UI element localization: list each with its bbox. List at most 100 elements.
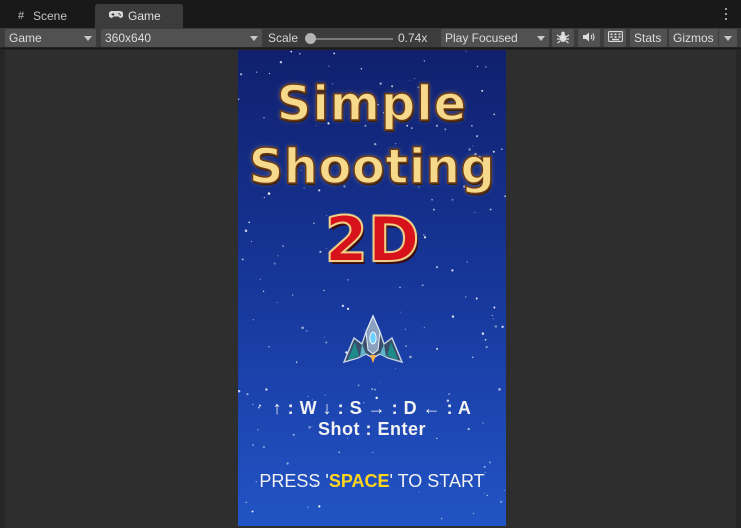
scale-label: Scale: [268, 31, 299, 45]
star: [483, 492, 485, 494]
play-mode-select-value: Play Focused: [445, 31, 518, 45]
star: [501, 325, 504, 328]
star: [483, 465, 486, 468]
star: [301, 326, 304, 330]
star: [262, 445, 266, 449]
viewport-left-edge: [0, 50, 5, 528]
star: [471, 356, 474, 359]
gizmos-button[interactable]: Gizmos: [669, 29, 718, 47]
star: [451, 315, 455, 318]
star: [423, 60, 426, 62]
star: [491, 314, 493, 316]
grid-icon: #: [17, 10, 25, 22]
star: [268, 345, 270, 348]
scale-value: 0.74x: [398, 31, 428, 45]
keyboard-icon: [607, 31, 623, 45]
star: [245, 501, 247, 504]
stats-button[interactable]: Stats: [630, 29, 667, 47]
stats-button-label: Stats: [634, 31, 662, 45]
shot-hint: Shot : Enter: [318, 419, 426, 439]
chevron-down-icon: [724, 35, 732, 41]
star: [464, 296, 467, 298]
resolution-select[interactable]: 360x640: [101, 29, 262, 47]
star: [295, 361, 298, 363]
star: [486, 494, 488, 497]
star: [279, 60, 283, 64]
play-mode-select[interactable]: Play Focused: [441, 29, 549, 47]
star: [409, 355, 412, 359]
star: [338, 451, 340, 454]
star: [265, 388, 268, 391]
star: [423, 326, 425, 329]
star: [286, 462, 289, 465]
tab-game[interactable]: Game: [95, 4, 183, 28]
star: [372, 451, 374, 454]
star: [328, 65, 330, 67]
gamepad-icon: [108, 10, 124, 22]
keyboard-shortcuts-button[interactable]: [604, 29, 626, 47]
star: [276, 301, 278, 303]
star: [325, 341, 328, 344]
star: [307, 395, 309, 397]
star: [324, 394, 326, 396]
star: [451, 198, 454, 201]
editor-tab-bar: # Scene Game: [0, 0, 741, 28]
star: [263, 196, 266, 199]
game-title-line3: 2D: [324, 202, 421, 277]
scale-slider-handle[interactable]: [305, 33, 316, 44]
controls-hint: ↑ : W ↓ : S → : D ← : A: [272, 398, 472, 418]
more-options-icon[interactable]: [721, 6, 731, 22]
tab-scene[interactable]: # Scene: [0, 4, 94, 28]
star: [481, 332, 485, 335]
star: [318, 505, 321, 508]
star: [357, 384, 360, 387]
star: [498, 388, 501, 391]
star: [255, 71, 258, 73]
star: [373, 388, 376, 391]
star: [476, 65, 479, 68]
star: [371, 388, 373, 390]
star: [485, 66, 487, 68]
mute-audio-button[interactable]: [578, 29, 600, 47]
spaceship-icon: [342, 314, 404, 364]
star: [499, 500, 503, 504]
star: [305, 330, 308, 332]
star: [259, 278, 261, 280]
star: [484, 338, 487, 341]
star: [360, 68, 363, 70]
star: [448, 393, 450, 395]
star: [252, 444, 254, 446]
star: [379, 382, 381, 384]
gizmos-button-label: Gizmos: [673, 31, 714, 45]
star: [290, 50, 293, 53]
chevron-down-icon: [250, 35, 258, 41]
star: [440, 517, 443, 520]
press-prompt-suffix: ' TO START: [389, 471, 485, 491]
chevron-down-icon: [84, 35, 92, 41]
star: [262, 290, 265, 292]
star: [333, 52, 336, 55]
star: [493, 306, 496, 309]
star: [341, 304, 345, 308]
game-title-line2: Shooting: [248, 138, 496, 196]
star: [421, 284, 424, 287]
display-select[interactable]: Game: [5, 29, 96, 47]
star: [436, 347, 439, 350]
gizmos-dropdown[interactable]: [719, 29, 737, 47]
star: [347, 279, 349, 281]
game-screen[interactable]: Simple Shooting 2D ↑ : W ↓ : S → : D ← :…: [238, 50, 506, 526]
press-prompt-key: SPACE: [328, 471, 390, 491]
resolution-select-value: 360x640: [105, 31, 152, 45]
speaker-icon: [582, 31, 596, 46]
frame-debugger-button[interactable]: [552, 29, 574, 47]
star: [465, 50, 467, 52]
star: [399, 286, 401, 289]
game-title-line1: Simple: [276, 75, 468, 133]
star: [472, 512, 475, 515]
scale-slider-track[interactable]: [309, 38, 393, 40]
viewport-right-edge: [736, 50, 741, 528]
star: [324, 336, 326, 338]
press-space-prompt: PRESS 'SPACE' TO START: [238, 471, 506, 492]
star: [488, 461, 492, 464]
star: [323, 289, 325, 292]
